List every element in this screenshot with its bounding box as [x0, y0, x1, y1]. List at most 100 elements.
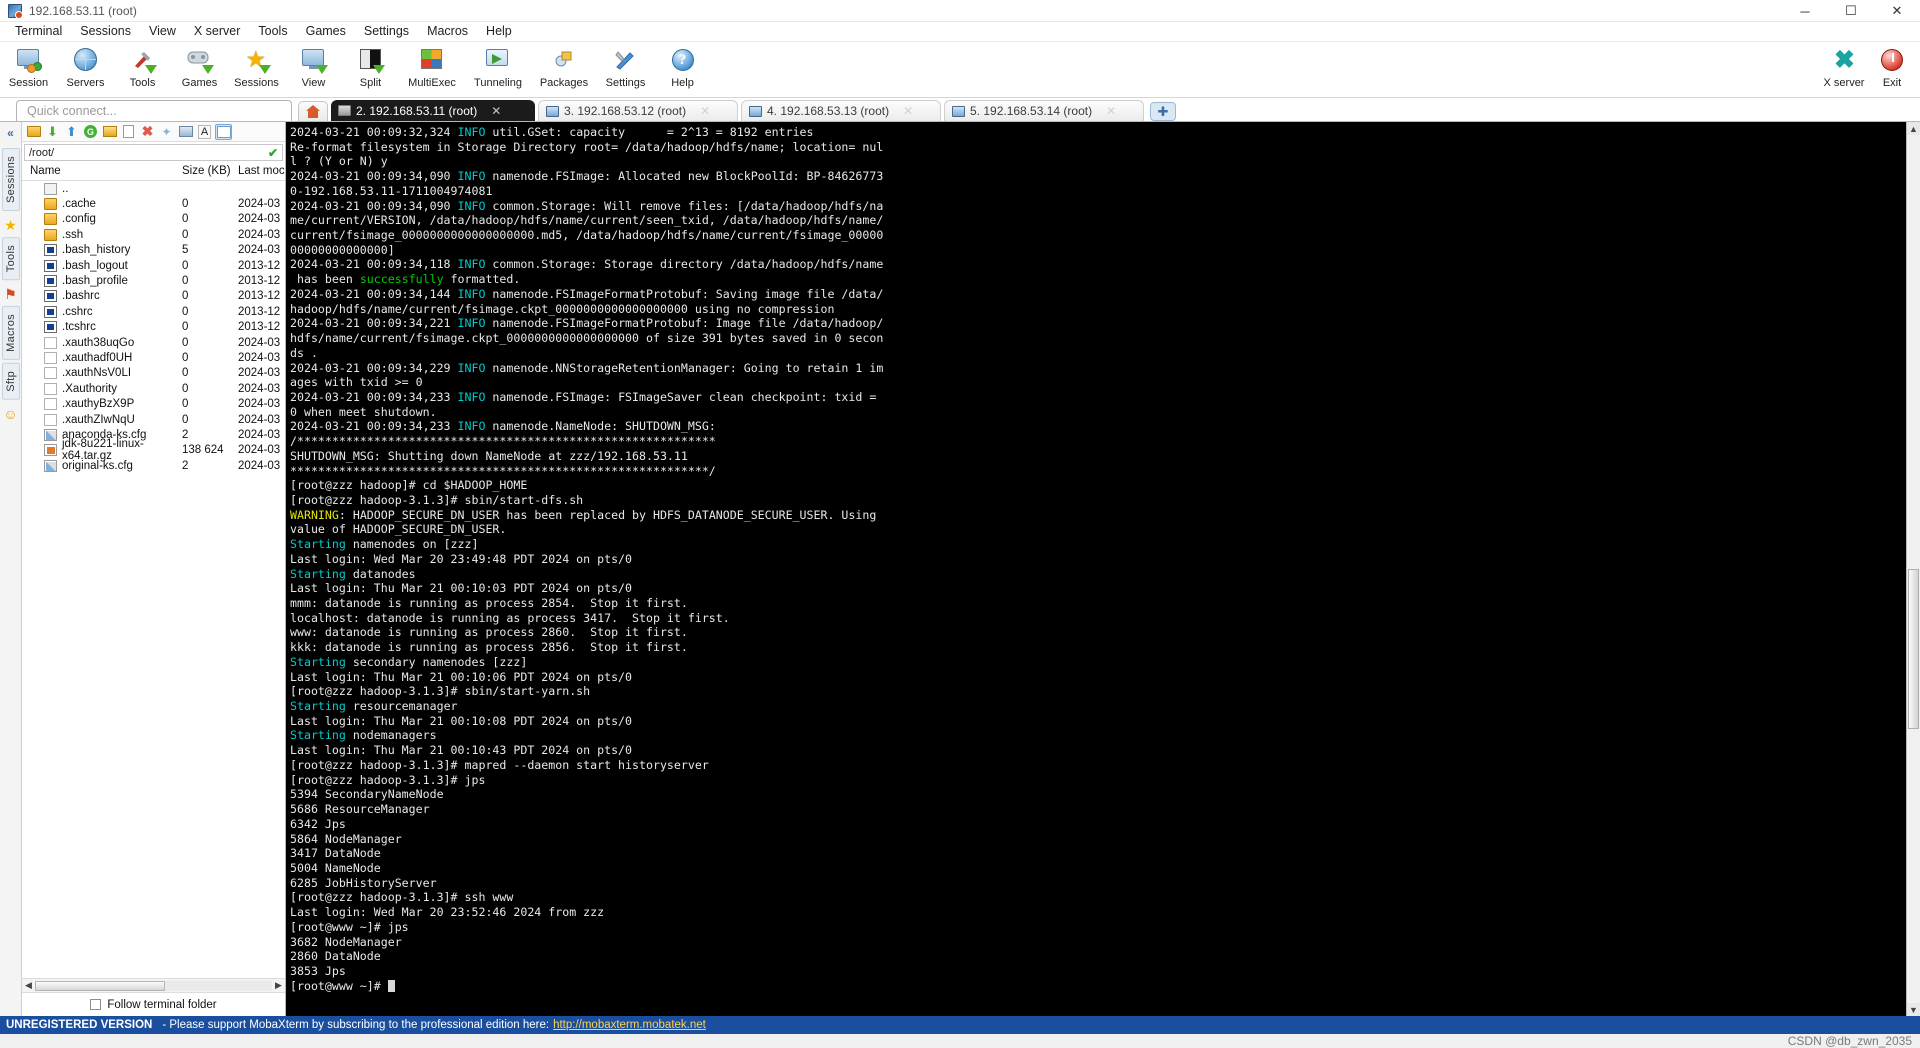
toolbar-packages-button[interactable]: Packages [531, 44, 597, 89]
list-item[interactable]: .cshrc 0 2013-12 [22, 304, 285, 319]
scroll-down-arrow-icon[interactable]: ▼ [1909, 1003, 1918, 1016]
menu-sessions[interactable]: Sessions [71, 22, 140, 41]
list-view-icon[interactable] [215, 123, 232, 140]
text-mode-icon[interactable]: A [196, 124, 213, 140]
close-button[interactable]: ✕ [1874, 0, 1920, 22]
mobaxterm-website-link[interactable]: http://mobaxterm.mobatek.net [553, 1019, 706, 1031]
toolbar-split-button[interactable]: Split [342, 44, 399, 89]
download-icon[interactable]: ⬇ [44, 124, 61, 140]
toolbar-session-button[interactable]: Session [0, 44, 57, 89]
follow-terminal-folder-checkbox[interactable] [90, 999, 102, 1010]
terminal-scroll-thumb[interactable] [1907, 569, 1919, 729]
plain-file-icon [44, 351, 57, 364]
menu-x-server[interactable]: X server [185, 22, 250, 41]
list-item[interactable]: jdk-8u221-linux-x64.tar.gz 138 624 2024-03 [22, 438, 285, 462]
tab-close-icon[interactable]: ✕ [1106, 104, 1116, 118]
scroll-thumb[interactable] [35, 980, 165, 991]
column-header-name[interactable]: Name [22, 165, 182, 177]
list-item[interactable]: .ssh 0 2024-03 [22, 227, 285, 242]
menu-help[interactable]: Help [477, 22, 521, 41]
scroll-left-arrow-icon[interactable]: ◀ [22, 980, 35, 991]
new-folder-icon[interactable] [101, 124, 118, 140]
minimize-button[interactable]: ─ [1782, 0, 1828, 22]
file-size: 0 [182, 198, 189, 211]
list-item[interactable]: .Xauthority 0 2024-03 [22, 381, 285, 396]
tab-192-168-53-13[interactable]: 4. 192.168.53.13 (root) ✕ [741, 100, 941, 121]
list-item[interactable]: .xauthNsV0LI 0 2024-03 [22, 366, 285, 381]
list-item[interactable]: .tcshrc 0 2013-12 [22, 320, 285, 335]
list-item[interactable]: .cache 0 2024-03 [22, 196, 285, 211]
rail-tab-macros[interactable]: Macros [1, 306, 20, 361]
terminal-output[interactable]: 2024-03-21 00:09:32,324 INFO util.GSet: … [286, 122, 1906, 1016]
toolbar-exit-button[interactable]: Exit [1868, 44, 1916, 89]
scroll-right-arrow-icon[interactable]: ▶ [272, 980, 285, 991]
tab-close-icon[interactable]: ✕ [700, 104, 710, 118]
toolbar-sessions-button[interactable]: ★ Sessions [228, 44, 285, 90]
star-icon[interactable]: ★ [4, 217, 17, 234]
list-item[interactable]: .bash_history 5 2024-03 [22, 243, 285, 258]
terminal-text: 3853 Jps [290, 963, 346, 978]
tab-close-icon[interactable]: ✕ [903, 104, 913, 118]
menu-tools[interactable]: Tools [249, 22, 296, 41]
rail-tab-tools[interactable]: Tools [1, 237, 20, 281]
quick-connect-input[interactable]: Quick connect... [16, 100, 292, 121]
list-item[interactable]: .bashrc 0 2013-12 [22, 289, 285, 304]
sftp-horizontal-scrollbar[interactable]: ◀ ▶ [22, 978, 285, 992]
column-header-size[interactable]: Size (KB) [182, 165, 238, 177]
toolbar-servers-button[interactable]: Servers [57, 44, 114, 89]
menu-macros[interactable]: Macros [418, 22, 477, 41]
toolbar-games-button[interactable]: Games [171, 44, 228, 89]
terminal-text: [root@www ~]# [290, 978, 388, 993]
tab-192-168-53-12[interactable]: 3. 192.168.53.12 (root) ✕ [538, 100, 738, 121]
list-item[interactable]: .bash_profile 0 2013-12 [22, 273, 285, 288]
list-item[interactable]: .xauthyBzX9P 0 2024-03 [22, 396, 285, 411]
scroll-up-arrow-icon[interactable]: ▲ [1909, 122, 1918, 135]
toolbar-help-button[interactable]: ? Help [654, 44, 711, 89]
smiley-icon[interactable]: ☺ [3, 406, 17, 422]
upload-icon[interactable]: ⬆ [63, 124, 80, 140]
new-tab-button[interactable]: ✚ [1150, 102, 1176, 121]
file-date: 2013-12 [238, 275, 281, 288]
sftp-file-list[interactable]: .. .cache 0 2024-03 .config 0 2024-03 .ssh 0 2… [22, 181, 285, 978]
follow-terminal-folder-row[interactable]: Follow terminal folder [22, 992, 285, 1016]
toolbar-multiexec-button[interactable]: MultiExec [399, 44, 465, 89]
list-item[interactable]: .xauthadf0UH 0 2024-03 [22, 350, 285, 365]
flag-icon[interactable]: ⚑ [4, 286, 17, 303]
rail-tab-sftp[interactable]: Sftp [1, 363, 20, 400]
delete-icon[interactable]: ✖ [139, 123, 156, 140]
list-item[interactable]: .xauth38uqGo 0 2024-03 [22, 335, 285, 350]
terminal-scroll-track[interactable] [1906, 135, 1920, 1003]
toolbar-view-button[interactable]: View [285, 44, 342, 89]
tab-192-168-53-14[interactable]: 5. 192.168.53.14 (root) ✕ [944, 100, 1144, 121]
sftp-path-field[interactable]: /root/ ✔ [24, 144, 283, 161]
terminal-icon[interactable] [177, 124, 194, 140]
toolbar-xserver-button[interactable]: ✖ X server [1820, 44, 1868, 90]
new-file-icon[interactable] [120, 124, 137, 140]
toolbar-tools-button[interactable]: Tools [114, 44, 171, 89]
rail-tab-sessions[interactable]: Sessions [1, 148, 20, 212]
list-item[interactable]: .bash_logout 0 2013-12 [22, 258, 285, 273]
list-item[interactable]: .. [22, 181, 285, 196]
list-item[interactable]: original-ks.cfg 2 2024-03 [22, 458, 285, 473]
collapse-sidebar-button[interactable]: « [7, 126, 14, 140]
list-item[interactable]: .config 0 2024-03 [22, 212, 285, 227]
menu-terminal[interactable]: Terminal [6, 22, 71, 41]
menu-games[interactable]: Games [297, 22, 355, 41]
tab-192-168-53-11[interactable]: 2. 192.168.53.11 (root) ✕ [331, 100, 535, 121]
tab-close-icon[interactable]: ✕ [491, 104, 501, 118]
scroll-track[interactable] [35, 980, 272, 991]
terminal-scrollbar[interactable]: ▲ ▼ [1906, 122, 1920, 1016]
list-item[interactable]: .xauthZIwNqU 0 2024-03 [22, 412, 285, 427]
file-date: 2024-03 [238, 336, 281, 349]
terminal-line: localhost: datanode is running as proces… [290, 611, 1906, 626]
menu-settings[interactable]: Settings [355, 22, 418, 41]
toolbar-tunneling-button[interactable]: Tunneling [465, 44, 531, 89]
refresh-icon[interactable]: G [82, 124, 99, 140]
parent-folder-icon[interactable] [25, 124, 42, 140]
column-header-date[interactable]: Last moc [238, 165, 285, 177]
menu-view[interactable]: View [140, 22, 185, 41]
home-tab-button[interactable] [298, 101, 328, 121]
permissions-icon[interactable]: ✦ [158, 124, 175, 140]
toolbar-settings-button[interactable]: Settings [597, 44, 654, 89]
maximize-button[interactable]: ☐ [1828, 0, 1874, 22]
